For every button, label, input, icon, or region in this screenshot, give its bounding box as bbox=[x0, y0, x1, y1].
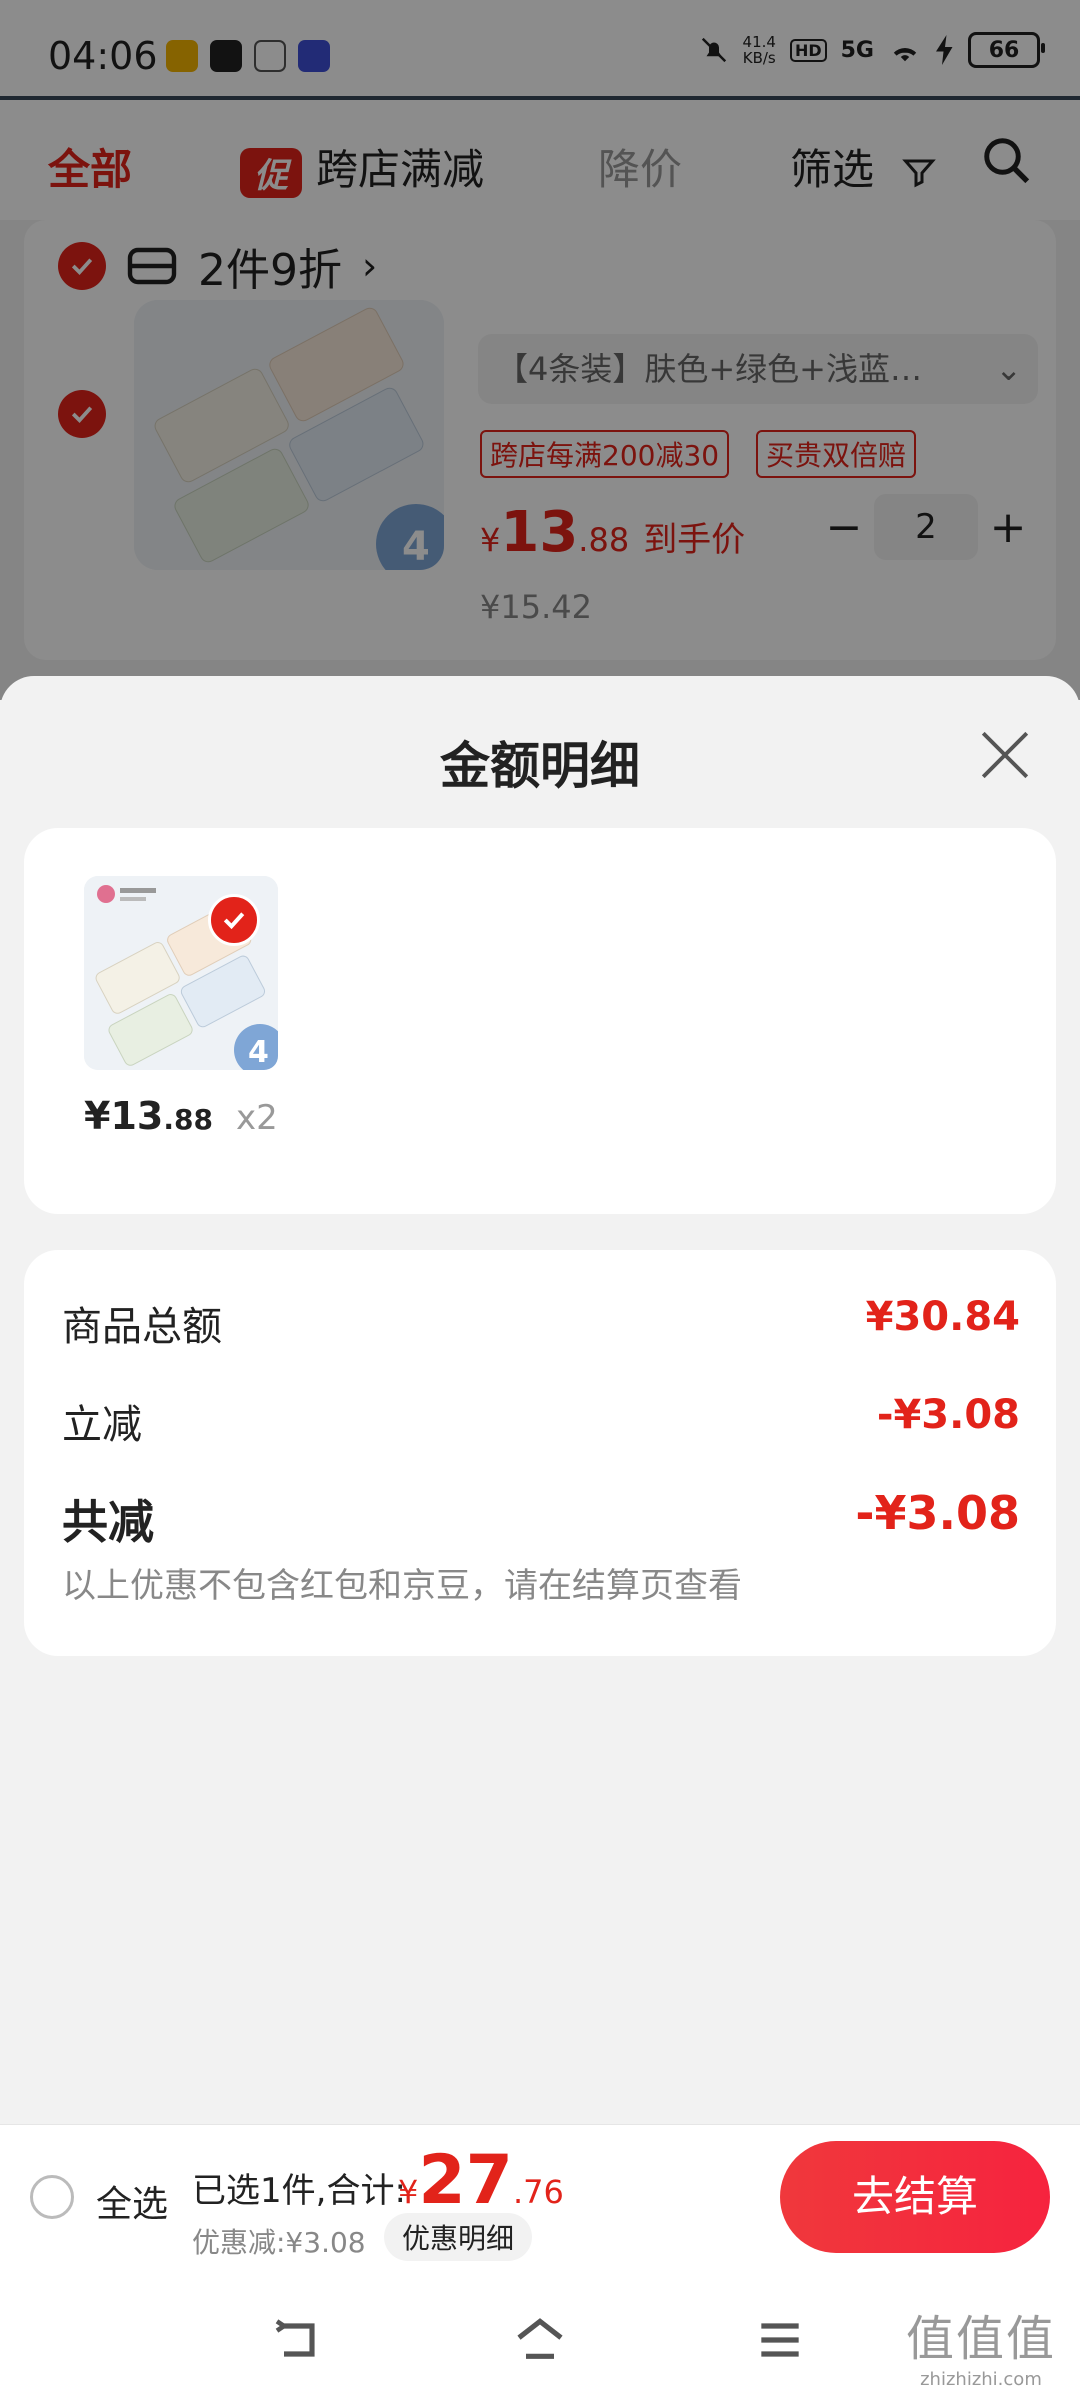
system-nav-bar: 值值值 zhizhizhi.com bbox=[0, 2270, 1080, 2400]
close-icon[interactable] bbox=[976, 726, 1034, 784]
thumbnail-check bbox=[208, 894, 260, 946]
menu-icon[interactable] bbox=[752, 2312, 808, 2368]
discount-amount: 优惠减:¥3.08 bbox=[192, 2226, 366, 2259]
amount-detail-sheet: 金额明细 4 ¥13.88 x2 商品总额 ¥30.84 立减 -¥3.08 共… bbox=[0, 676, 1080, 2124]
selected-items-card: 4 ¥13.88 x2 bbox=[24, 828, 1056, 1214]
checkout-bar: 全选 已选1件,合计: ¥27.76 优惠减:¥3.08 优惠明细 去结算 bbox=[0, 2124, 1080, 2271]
modal-overlay[interactable] bbox=[0, 0, 1080, 700]
item-unit-price: ¥13.88 bbox=[84, 1094, 213, 1138]
select-all-radio[interactable] bbox=[30, 2175, 74, 2219]
item-quantity: x2 bbox=[236, 1098, 278, 1138]
discount-detail-button[interactable]: 优惠明细 bbox=[384, 2213, 533, 2261]
selected-count-text: 已选1件,合计: bbox=[192, 2171, 406, 2211]
thumbnail-badge-number: 4 bbox=[248, 1035, 269, 1070]
total-discount-value: -¥3.08 bbox=[855, 1486, 1020, 1540]
total-discount-label: 共减 bbox=[62, 1495, 154, 1549]
home-icon[interactable] bbox=[512, 2312, 568, 2368]
checkout-button[interactable]: 去结算 bbox=[780, 2141, 1050, 2253]
price-summary-card: 商品总额 ¥30.84 立减 -¥3.08 共减 -¥3.08 以上优惠不包含红… bbox=[24, 1250, 1056, 1656]
instant-discount-value: -¥3.08 bbox=[876, 1392, 1020, 1438]
check-icon bbox=[223, 912, 245, 930]
discount-note: 以上优惠不包含红包和京豆，请在结算页查看 bbox=[62, 1566, 742, 1606]
goods-total-value: ¥30.84 bbox=[865, 1294, 1020, 1340]
instant-discount-label: 立减 bbox=[62, 1402, 142, 1448]
select-all-label[interactable]: 全选 bbox=[96, 2175, 168, 2227]
goods-total-label: 商品总额 bbox=[62, 1304, 222, 1350]
sheet-title: 金额明细 bbox=[440, 737, 640, 795]
watermark: 值值值 zhizhizhi.com bbox=[905, 2311, 1056, 2390]
total-price: ¥27.76 bbox=[398, 2141, 564, 2220]
back-icon[interactable] bbox=[270, 2312, 326, 2368]
